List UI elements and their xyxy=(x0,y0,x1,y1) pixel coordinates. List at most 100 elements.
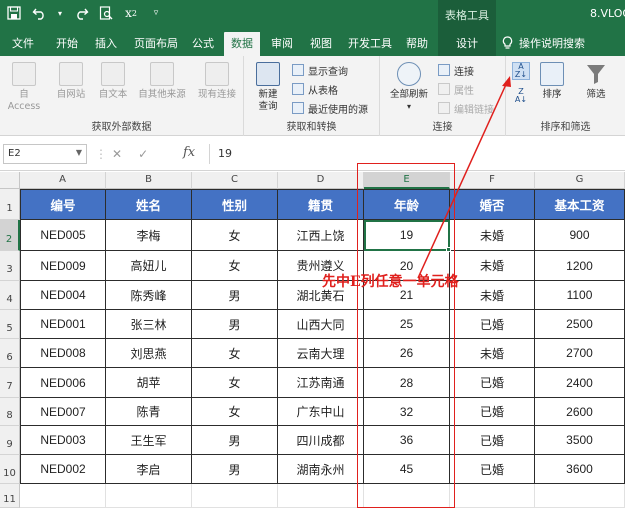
table-cell[interactable]: 2700 xyxy=(535,339,625,368)
tab-help[interactable]: 帮助 xyxy=(406,35,428,51)
select-all-corner[interactable] xyxy=(0,172,20,189)
table-cell[interactable]: 陈青 xyxy=(106,398,192,426)
show-queries-button[interactable]: 显示查询 xyxy=(292,62,348,78)
table-cell[interactable]: NED007 xyxy=(20,398,106,426)
column-header-c[interactable]: C xyxy=(192,172,278,189)
table-cell[interactable]: 李梅 xyxy=(106,220,192,251)
row-header-11[interactable]: 11 xyxy=(0,484,20,508)
column-header-f[interactable]: F xyxy=(450,172,535,189)
tab-insert[interactable]: 插入 xyxy=(95,35,117,51)
enter-icon[interactable]: ✓ xyxy=(138,147,148,161)
filter-button[interactable]: 筛选 xyxy=(578,62,614,101)
empty-cell[interactable] xyxy=(20,484,106,508)
row-header-8[interactable]: 8 xyxy=(0,398,20,426)
customize-qat-icon[interactable]: ▿ xyxy=(148,5,164,21)
tab-file[interactable]: 文件 xyxy=(12,35,34,51)
table-cell[interactable]: 未婚 xyxy=(450,220,535,251)
tab-review[interactable]: 审阅 xyxy=(271,35,293,51)
name-box-dropdown-icon[interactable]: ▼ xyxy=(76,148,82,157)
table-cell[interactable]: 江苏南通 xyxy=(278,368,364,398)
table-cell[interactable]: 广东中山 xyxy=(278,398,364,426)
table-cell[interactable]: NED008 xyxy=(20,339,106,368)
table-cell[interactable]: 陈秀峰 xyxy=(106,281,192,310)
from-web-button[interactable]: 自网站 xyxy=(50,62,92,101)
table-cell[interactable]: 湖南永州 xyxy=(278,455,364,484)
table-cell[interactable]: 女 xyxy=(192,368,278,398)
existing-connections-button[interactable]: 现有连接 xyxy=(194,62,240,101)
table-cell[interactable]: 900 xyxy=(535,220,625,251)
print-preview-icon[interactable] xyxy=(98,5,114,21)
empty-cell[interactable] xyxy=(192,484,278,508)
table-cell[interactable]: NED005 xyxy=(20,220,106,251)
table-cell[interactable]: 男 xyxy=(192,455,278,484)
from-access-button[interactable]: 自 Access xyxy=(3,62,45,113)
row-header-4[interactable]: 4 xyxy=(0,281,20,310)
table-cell[interactable]: 云南大理 xyxy=(278,339,364,368)
table-cell[interactable]: 未婚 xyxy=(450,281,535,310)
row-header-10[interactable]: 10 xyxy=(0,455,20,484)
table-cell[interactable]: 女 xyxy=(192,398,278,426)
table-cell[interactable]: 男 xyxy=(192,281,278,310)
cancel-icon[interactable]: ✕ xyxy=(112,147,122,161)
table-header-cell[interactable]: 姓名 xyxy=(106,189,192,220)
table-cell[interactable]: 2500 xyxy=(535,310,625,339)
refresh-all-button[interactable]: 全部刷新 ▾ xyxy=(384,62,434,113)
tab-design[interactable]: 设计 xyxy=(438,30,496,56)
table-cell[interactable]: NED002 xyxy=(20,455,106,484)
tab-developer[interactable]: 开发工具 xyxy=(348,35,392,51)
undo-icon[interactable] xyxy=(31,5,47,21)
table-cell[interactable]: 1200 xyxy=(535,251,625,281)
table-cell[interactable]: 山西大同 xyxy=(278,310,364,339)
empty-cell[interactable] xyxy=(278,484,364,508)
sort-ascending-button[interactable]: A Z↓ xyxy=(512,62,530,80)
tab-view[interactable]: 视图 xyxy=(310,35,332,51)
superscript-icon[interactable]: x2 xyxy=(123,5,139,21)
table-cell[interactable]: 胡苹 xyxy=(106,368,192,398)
from-table-button[interactable]: 从表格 xyxy=(292,81,338,97)
insert-function-button[interactable]: fx xyxy=(183,145,195,160)
from-text-button[interactable]: 自文本 xyxy=(92,62,134,101)
table-cell[interactable]: 男 xyxy=(192,426,278,455)
table-cell[interactable]: 张三林 xyxy=(106,310,192,339)
tab-page-layout[interactable]: 页面布局 xyxy=(134,35,178,51)
sort-descending-button[interactable]: Z A↓ xyxy=(512,88,530,106)
table-cell[interactable]: 2400 xyxy=(535,368,625,398)
new-query-button[interactable]: 新建 查询 xyxy=(248,62,288,113)
table-cell[interactable]: 四川成都 xyxy=(278,426,364,455)
table-cell[interactable]: NED003 xyxy=(20,426,106,455)
table-cell[interactable]: 王生军 xyxy=(106,426,192,455)
redo-icon[interactable] xyxy=(73,5,89,21)
table-cell[interactable]: 3600 xyxy=(535,455,625,484)
table-header-cell[interactable]: 基本工资 xyxy=(535,189,625,220)
recent-sources-button[interactable]: 最近使用的源 xyxy=(292,100,368,116)
table-cell[interactable]: 高妞儿 xyxy=(106,251,192,281)
connections-button[interactable]: 连接 xyxy=(438,62,474,78)
table-cell[interactable]: 已婚 xyxy=(450,426,535,455)
table-header-cell[interactable]: 婚否 xyxy=(450,189,535,220)
row-header-7[interactable]: 7 xyxy=(0,368,20,398)
save-icon[interactable] xyxy=(6,5,22,21)
empty-cell[interactable] xyxy=(106,484,192,508)
table-cell[interactable]: 已婚 xyxy=(450,310,535,339)
row-header-5[interactable]: 5 xyxy=(0,310,20,339)
table-cell[interactable]: 女 xyxy=(192,339,278,368)
table-header-cell[interactable]: 籍贯 xyxy=(278,189,364,220)
tab-home[interactable]: 开始 xyxy=(56,35,78,51)
properties-button[interactable]: 属性 xyxy=(438,81,474,97)
row-header-3[interactable]: 3 xyxy=(0,251,20,281)
table-cell[interactable]: 刘思燕 xyxy=(106,339,192,368)
tell-me-search[interactable]: 操作说明搜索 xyxy=(502,35,585,51)
table-cell[interactable]: 已婚 xyxy=(450,398,535,426)
table-cell[interactable]: 已婚 xyxy=(450,455,535,484)
table-cell[interactable]: NED006 xyxy=(20,368,106,398)
table-cell[interactable]: 女 xyxy=(192,251,278,281)
edit-links-button[interactable]: 编辑链接 xyxy=(438,100,494,116)
table-cell[interactable]: 3500 xyxy=(535,426,625,455)
name-box[interactable]: E2 ▼ xyxy=(3,144,87,164)
table-cell[interactable]: NED009 xyxy=(20,251,106,281)
row-header-9[interactable]: 9 xyxy=(0,426,20,455)
table-cell[interactable]: 李启 xyxy=(106,455,192,484)
table-cell[interactable]: 未婚 xyxy=(450,251,535,281)
empty-cell[interactable] xyxy=(450,484,535,508)
table-cell[interactable]: 江西上饶 xyxy=(278,220,364,251)
